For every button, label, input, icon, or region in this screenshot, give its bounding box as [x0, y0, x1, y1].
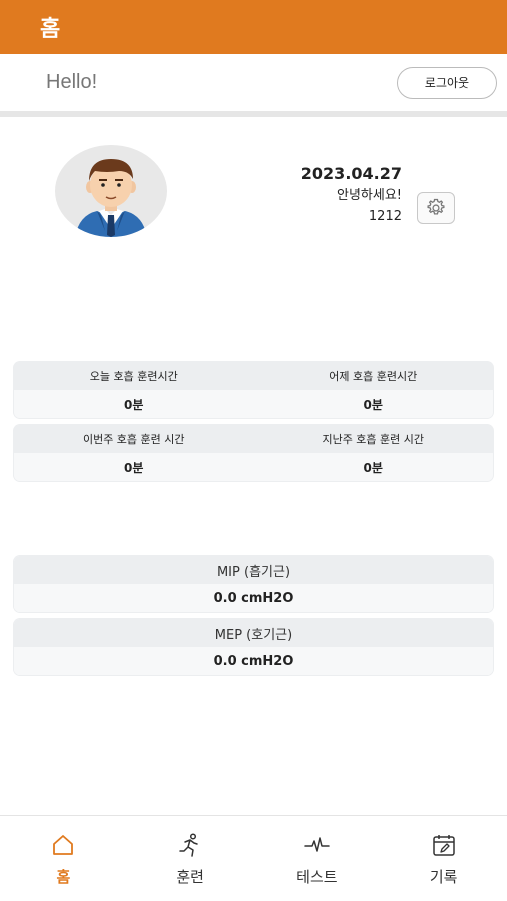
home-icon — [50, 832, 76, 858]
profile-user-id: 1212 — [368, 209, 402, 224]
profile-greeting: 안녕하세요! — [336, 188, 402, 203]
profile-info: 2023.04.27 안녕하세요! 1212 — [301, 163, 402, 227]
avatar — [55, 145, 167, 237]
stat-value-yesterday: 0분 — [363, 397, 383, 412]
header-divider — [0, 111, 507, 117]
stat-card-weekly: 이번주 호흡 훈련 시간 지난주 호흡 훈련 시간 0분 0분 — [14, 425, 493, 481]
mip-label: MIP (흡기근) — [14, 556, 493, 584]
mep-card: MEP (호기근) 0.0 cmH2O — [14, 619, 493, 675]
stat-label-today: 오늘 호흡 훈련시간 — [89, 370, 178, 383]
pulse-icon — [304, 832, 330, 858]
header-row: Hello! 로그아웃 — [0, 54, 507, 111]
calendar-edit-icon — [431, 832, 457, 858]
settings-button[interactable] — [417, 192, 455, 224]
logout-button[interactable]: 로그아웃 — [397, 66, 497, 99]
nav-label-test: 테스트 — [296, 868, 338, 886]
nav-item-training[interactable]: 훈련 — [127, 816, 254, 901]
stat-card-daily: 오늘 호흡 훈련시간 어제 호흡 훈련시간 0분 0분 — [14, 362, 493, 418]
stat-value-this-week: 0분 — [124, 460, 144, 475]
stat-label-this-week: 이번주 호흡 훈련 시간 — [82, 433, 185, 446]
app-bar: 홈 — [0, 0, 507, 54]
man-avatar-icon — [75, 159, 147, 237]
mep-label: MEP (호기근) — [14, 619, 493, 647]
stat-label-last-week: 지난주 호흡 훈련 시간 — [322, 433, 425, 446]
nav-item-records[interactable]: 기록 — [380, 816, 507, 901]
bottom-nav: 홈 훈련 테스트 기록 — [0, 815, 507, 901]
hello-text: Hello! — [46, 71, 98, 93]
mip-card: MIP (흡기근) 0.0 cmH2O — [14, 556, 493, 612]
mip-value: 0.0 cmH2O — [14, 584, 493, 612]
running-icon — [177, 832, 203, 858]
profile-date: 2023.04.27 — [300, 164, 402, 183]
nav-label-home: 홈 — [56, 868, 71, 886]
gear-icon — [427, 198, 445, 215]
stat-label-yesterday: 어제 호흡 훈련시간 — [329, 370, 418, 383]
mep-value: 0.0 cmH2O — [14, 647, 493, 675]
page-title: 홈 — [40, 17, 61, 42]
nav-label-records: 기록 — [429, 868, 458, 886]
nav-item-home[interactable]: 홈 — [0, 816, 127, 901]
nav-item-test[interactable]: 테스트 — [254, 816, 381, 901]
stat-value-last-week: 0분 — [363, 460, 383, 475]
nav-label-training: 훈련 — [176, 868, 204, 886]
stat-value-today: 0분 — [124, 397, 144, 412]
